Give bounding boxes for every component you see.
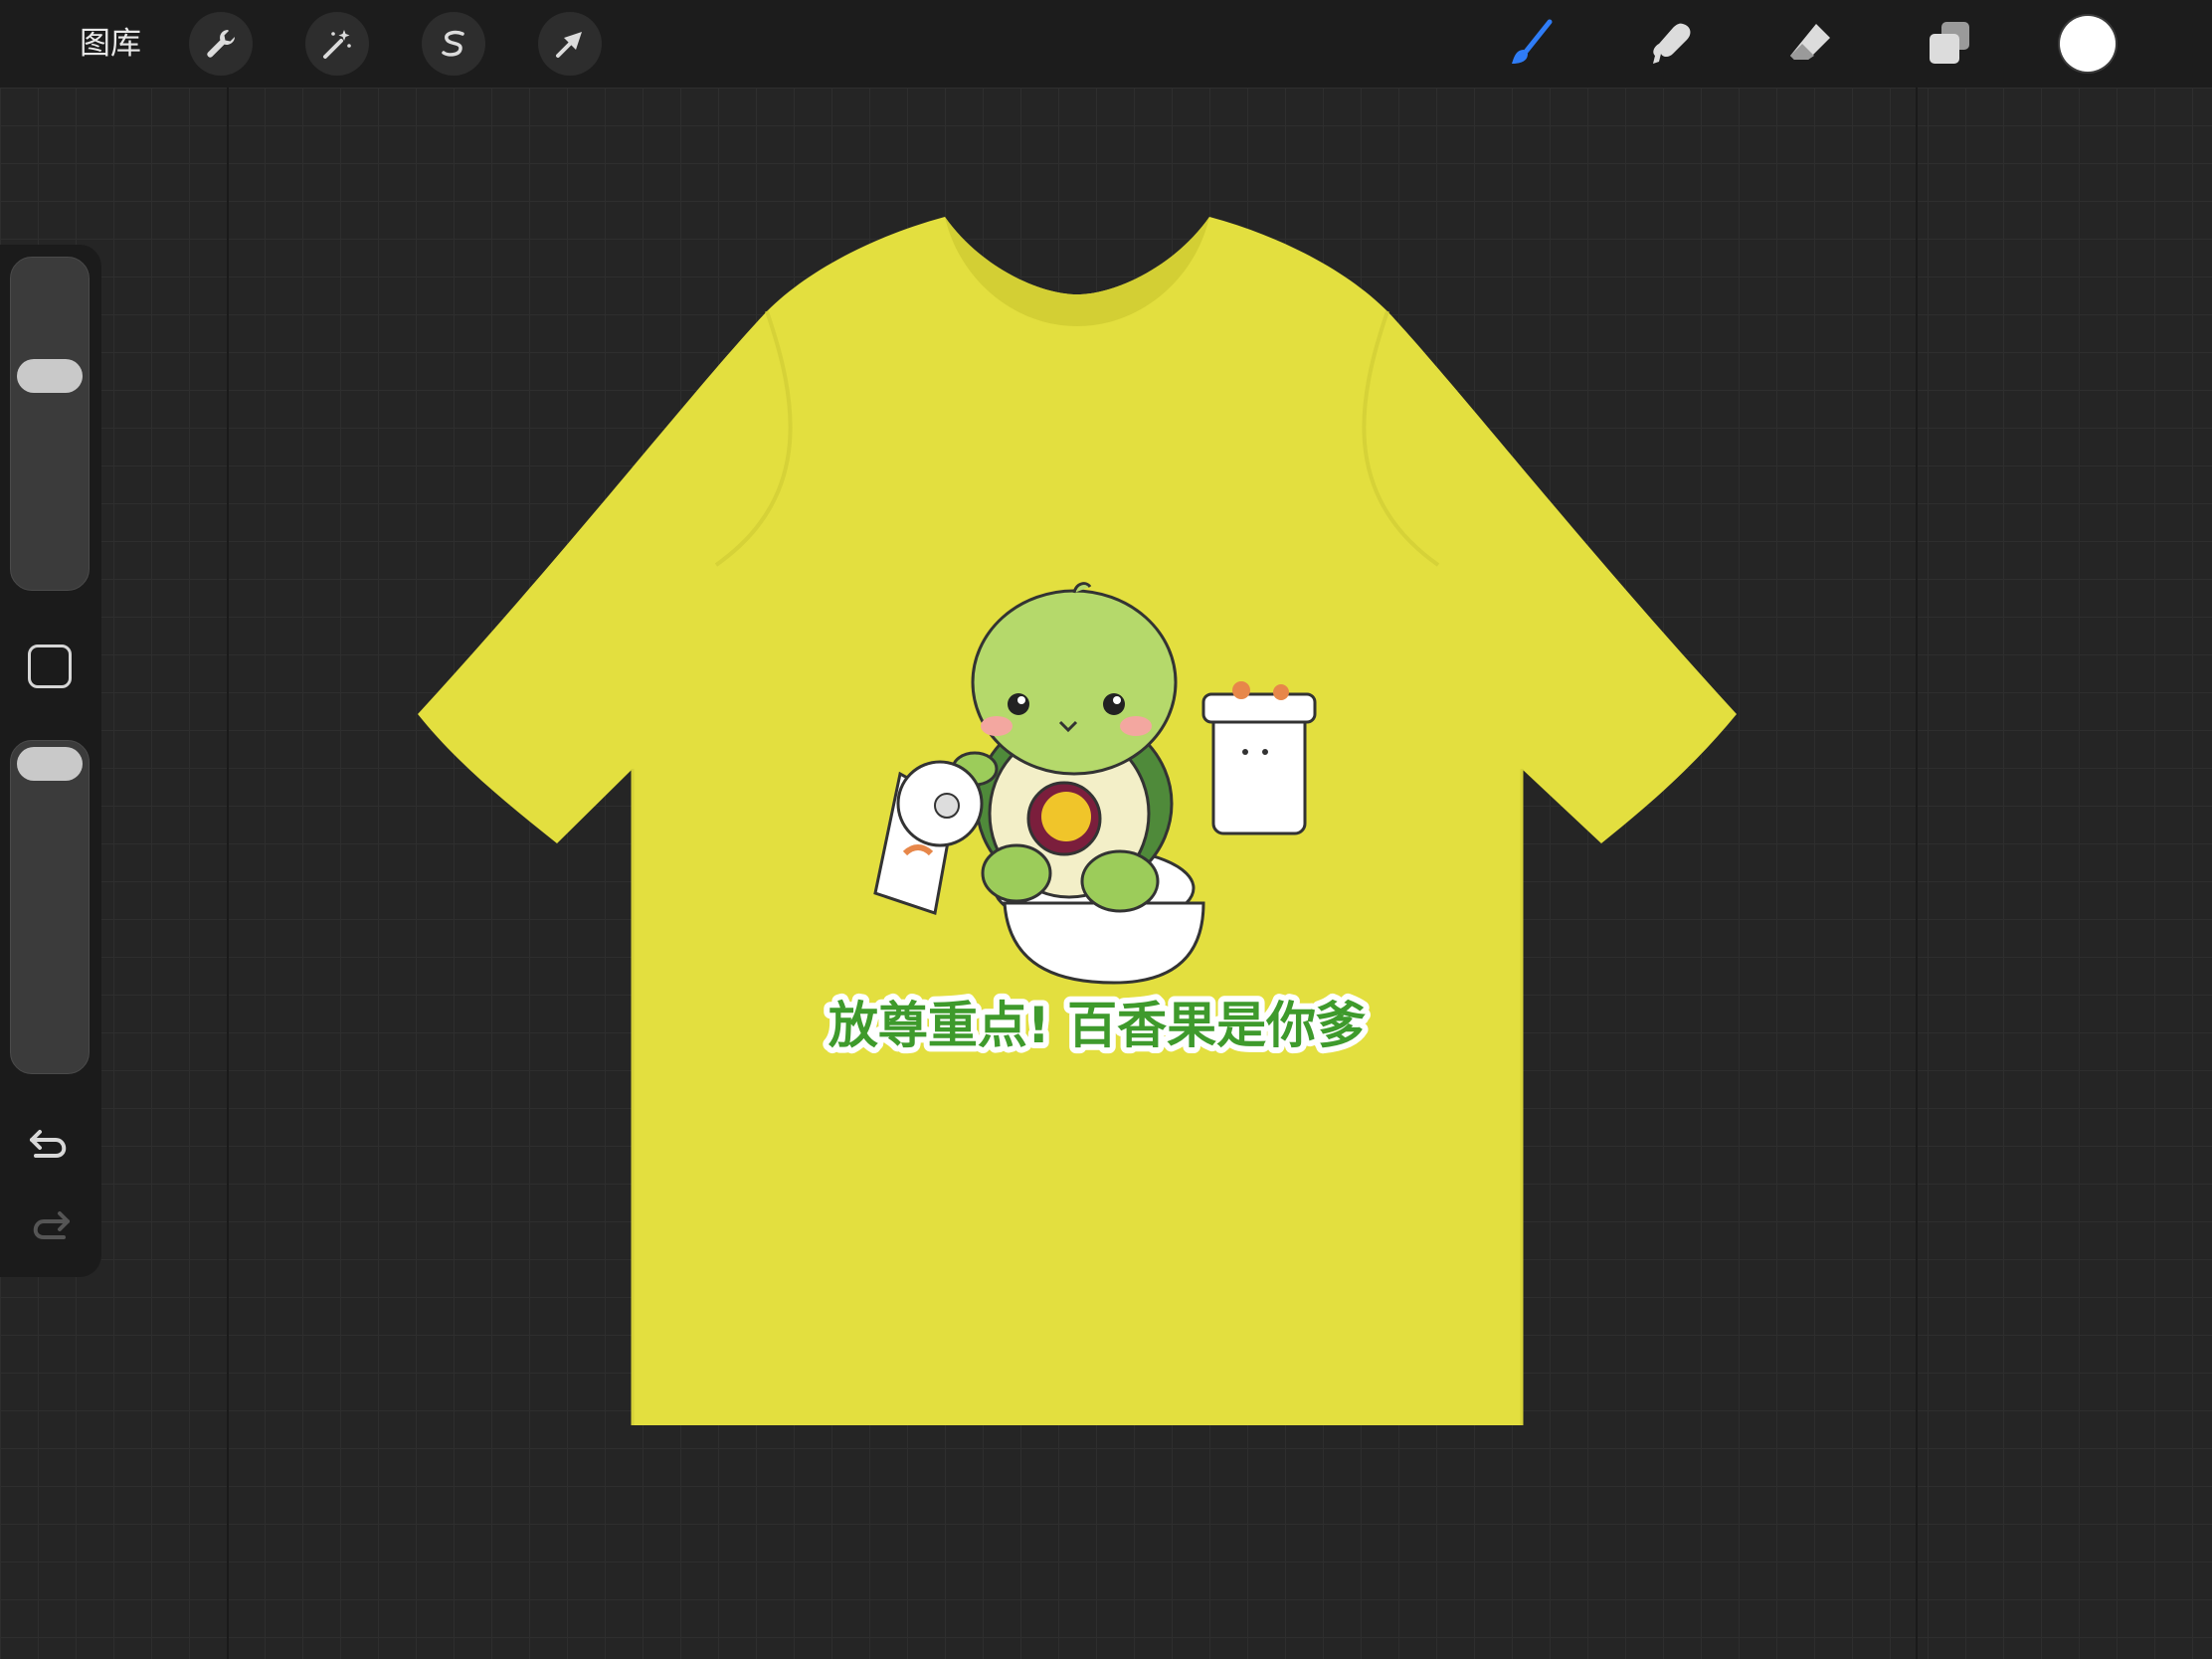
brush-size-slider[interactable]: [10, 257, 90, 591]
actions-button[interactable]: [189, 12, 253, 76]
adjustments-button[interactable]: [305, 12, 369, 76]
tshirt-artwork: 放尊重点! 百香果是你爹 放尊重点! 百香果是你爹: [418, 217, 1737, 1425]
undo-icon[interactable]: [26, 1120, 74, 1168]
magic-wand-icon: [323, 30, 351, 59]
canvas-guide-right: [1916, 88, 1918, 1659]
top-toolbar: 图库: [0, 0, 2212, 88]
opacity-slider[interactable]: [10, 740, 90, 1074]
brush-icon: [1512, 19, 1553, 64]
left-sidebar: [0, 245, 101, 1277]
wrench-icon: [207, 30, 235, 58]
selection-s-icon: [442, 30, 464, 57]
smudge-button[interactable]: [1641, 14, 1701, 74]
gallery-button[interactable]: 图库: [80, 22, 141, 66]
layers-icon: [1930, 22, 1969, 64]
modify-button[interactable]: [28, 645, 72, 688]
transform-button[interactable]: [538, 12, 602, 76]
print-slogan: 放尊重点! 百香果是你爹: [829, 997, 1366, 1054]
brush-button[interactable]: [1502, 14, 1562, 74]
eraser-button[interactable]: [1780, 14, 1840, 74]
selection-button[interactable]: [422, 12, 485, 76]
smudge-icon: [1653, 23, 1691, 64]
eraser-icon: [1790, 24, 1830, 60]
color-picker-button[interactable]: [2060, 16, 2116, 72]
arrow-cursor-icon: [556, 32, 582, 58]
brush-size-thumb[interactable]: [17, 358, 83, 393]
opacity-thumb[interactable]: [17, 747, 83, 781]
layers-button[interactable]: [1920, 14, 1979, 74]
canvas-guide-left: [227, 88, 229, 1659]
redo-icon[interactable]: [26, 1201, 74, 1249]
